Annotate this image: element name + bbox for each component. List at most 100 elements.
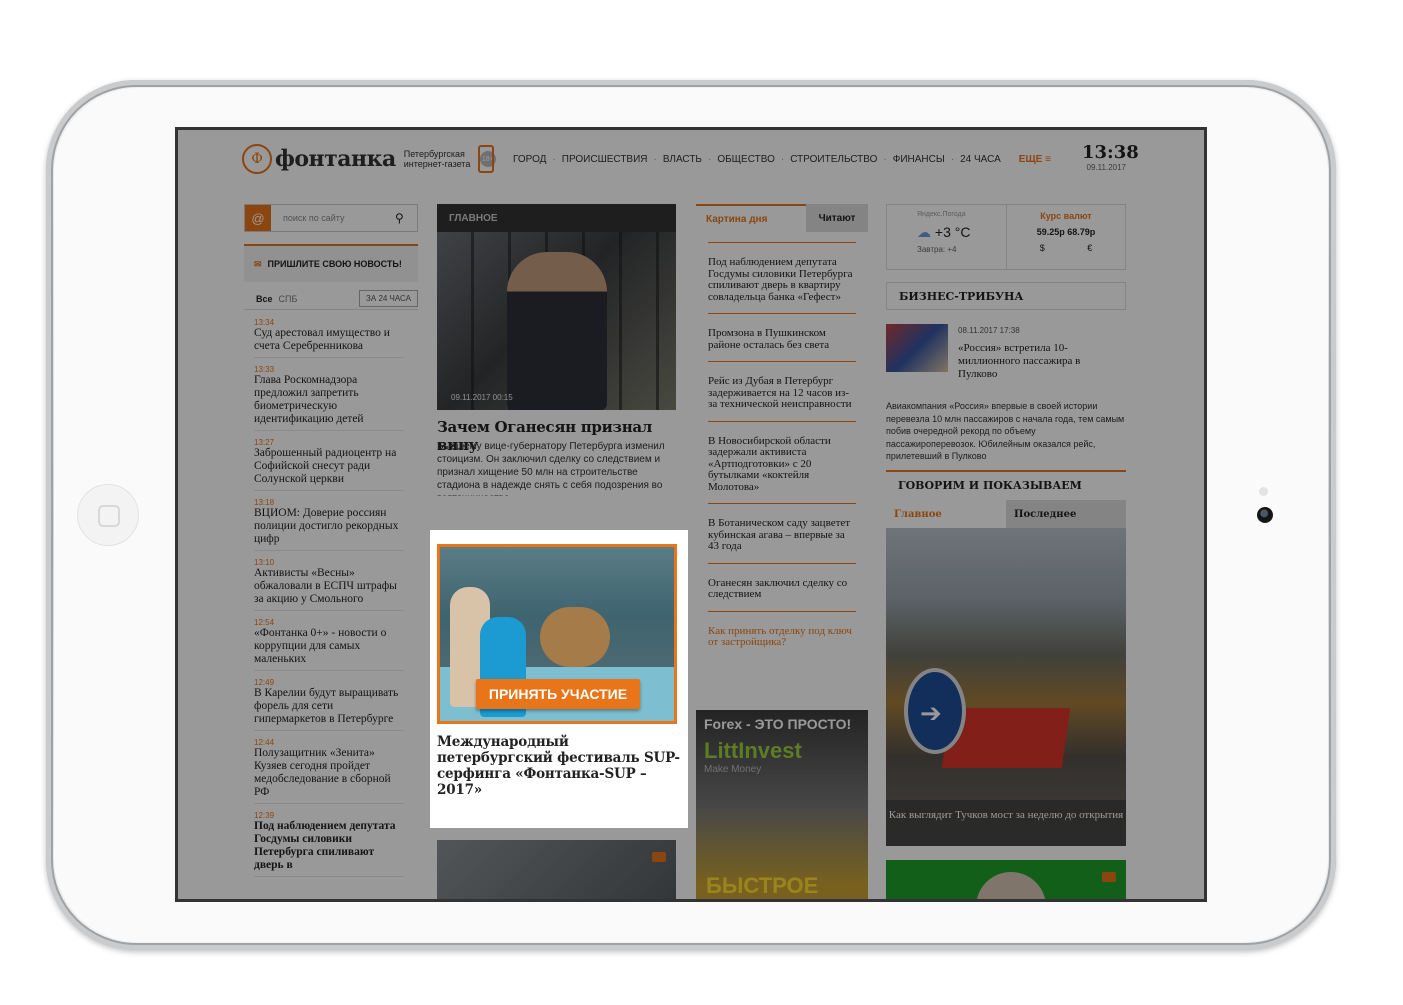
feed-item[interactable]: 12:44 Полузащитник «Зенита» Кузяев сегодн… — [254, 738, 404, 804]
day-list: Под наблюдением депутата Госдумы силовик… — [708, 242, 856, 659]
feed-text: Под наблюдением депутата Госдумы силовик… — [254, 820, 396, 871]
clock-time: 13:38 — [1082, 142, 1139, 163]
weather-currency-widget: Яндекс.Погода ☁ +3 °C Завтра: +4 Курс ва… — [886, 204, 1126, 270]
list-item[interactable]: В Новосибирской области задержали активи… — [708, 420, 856, 504]
business-photo[interactable] — [886, 324, 948, 372]
filter-spb[interactable]: СПБ — [279, 294, 298, 304]
nav-city[interactable]: ГОРОД — [513, 154, 546, 165]
search-icon[interactable]: ⚲ — [395, 211, 417, 225]
list-item[interactable]: Рейс из Дубая в Петербург задерживается … — [708, 361, 856, 421]
feed-filters: Все СПБ ЗА 24 ЧАСА — [244, 288, 418, 310]
clock-date: 09.11.2017 — [1086, 163, 1126, 172]
feed-text: ВЦИОМ: Доверие россиян полиции достигло … — [254, 507, 399, 545]
forex-bottom-text: БЫСТРОЕ — [706, 873, 819, 898]
mobile-icon[interactable] — [478, 145, 494, 173]
sensor-dot — [1259, 487, 1268, 496]
feed-text: «Фонтанка 0+» - новости о коррупции для … — [254, 627, 387, 665]
business-headline[interactable]: «Россия» встретила 10-миллионного пассаж… — [958, 342, 1122, 381]
main-lead: Бывшему вице-губернатору Петербурга изме… — [437, 441, 665, 496]
feed-time: 13:27 — [254, 438, 275, 447]
video-icon — [1102, 872, 1116, 882]
promo-title[interactable]: Международный петербургский фестиваль SU… — [437, 734, 683, 798]
weather-tomorrow: Завтра: +4 — [917, 245, 957, 254]
list-item[interactable]: Как принять отделку под ключ от застройщ… — [708, 610, 856, 659]
list-item[interactable]: Под наблюдением депутата Госдумы силовик… — [708, 242, 856, 313]
feed-item[interactable]: 13:34 Суд арестовал имущество и счета Сер… — [254, 318, 404, 358]
nav-power[interactable]: ВЛАСТЬ — [663, 154, 702, 165]
cloud-icon: ☁ — [917, 224, 931, 240]
feed-item[interactable]: 13:10 Активисты «Весны» обжаловали в ЕСПЧ… — [254, 558, 404, 611]
list-item[interactable]: В Ботаническом саду зацветет кубинская а… — [708, 503, 856, 563]
tab-picture-of-day[interactable]: Картина дня — [696, 204, 806, 232]
tab-latest[interactable]: Последнее — [1006, 500, 1126, 528]
feed-item[interactable]: 13:27 Заброшенный радиоцентр на Софийской… — [254, 438, 404, 491]
send-news-button[interactable]: ✉ ПРИШЛИТЕ СВОЮ НОВОСТЬ! — [244, 244, 418, 282]
tab-reading[interactable]: Читают — [806, 204, 868, 232]
currency-symbols: $ € — [1039, 243, 1113, 253]
filter-all[interactable]: Все — [256, 294, 273, 304]
nav-incidents[interactable]: ПРОИСШЕСТВИЯ — [562, 154, 648, 165]
send-news-label: ПРИШЛИТЕ СВОЮ НОВОСТЬ! — [267, 259, 402, 269]
video-caption: Как выглядит Тучков мост за неделю до от… — [886, 800, 1126, 846]
forex-ad[interactable]: Forex - ЭТО ПРОСТО! LittInvest Make Mone… — [696, 710, 868, 899]
nav-more[interactable]: ЕЩЕ ≡ — [1019, 154, 1051, 165]
logo-subtitle: Петербургская интернет-газета — [403, 149, 471, 169]
weather-temp: +3 °C — [934, 224, 971, 240]
main-photo[interactable]: 09.11.2017 00:15 — [437, 232, 676, 410]
feed-text: Заброшенный радиоцентр на Софийской снес… — [254, 447, 397, 485]
nav-24h[interactable]: 24 ЧАСА — [960, 154, 1001, 165]
nav-construction[interactable]: СТРОИТЕЛЬСТВО — [790, 154, 877, 165]
search-input[interactable]: поиск по сайту — [283, 213, 395, 223]
section-header-main: ГЛАВНОЕ — [437, 204, 676, 232]
site-icon: @ — [245, 205, 271, 231]
photo-date: 09.11.2017 00:15 — [451, 393, 513, 402]
feed-text: В Карелии будут выращивать форель для се… — [254, 687, 399, 725]
feed-text: Полузащитник «Зенита» Кузяев сегодня про… — [254, 747, 391, 798]
promo-image[interactable]: ПРИНЯТЬ УЧАСТИЕ — [437, 544, 677, 724]
home-button[interactable] — [77, 484, 139, 546]
weather-label: Яндекс.Погода — [917, 211, 966, 218]
video-section-header: ГОВОРИМ И ПОКАЗЫВАЕМ — [886, 470, 1126, 498]
feed-text: Глава Роскомнадзора предложил запретить … — [254, 374, 364, 425]
video-photo[interactable]: Как выглядит Тучков мост за неделю до от… — [886, 528, 1126, 846]
join-button[interactable]: ПРИНЯТЬ УЧАСТИЕ — [476, 679, 640, 709]
road-sign-image — [904, 668, 966, 754]
video-tabs: Главное Последнее — [886, 500, 1126, 528]
nav-finance[interactable]: ФИНАНСЫ — [893, 154, 945, 165]
day-tabs: Картина дня Читают — [696, 204, 868, 232]
list-item[interactable]: Промзона в Пушкинском районе осталась бе… — [708, 313, 856, 361]
search-box[interactable]: @ поиск по сайту ⚲ — [244, 204, 418, 232]
feed-item[interactable]: 13:18 ВЦИОМ: Доверие россиян полиции дост… — [254, 498, 404, 551]
feed-text: Активисты «Весны» обжаловали в ЕСПЧ штра… — [254, 567, 397, 605]
forex-slogan: Make Money — [704, 764, 762, 775]
currency-label: Курс валют — [1040, 211, 1092, 221]
filter-24h[interactable]: ЗА 24 ЧАСА — [359, 290, 418, 307]
main-nav: ГОРОД · ПРОИСШЕСТВИЯ · ВЛАСТЬ · ОБЩЕСТВО · С… — [513, 154, 1051, 165]
feed-text: Суд арестовал имущество и счета Серебрен… — [254, 327, 390, 352]
video-thumbnail[interactable] — [886, 860, 1126, 899]
logo-text: фонтанка — [275, 146, 396, 172]
news-feed: 13:34 Суд арестовал имущество и счета Сер… — [254, 318, 404, 884]
front-camera — [1257, 507, 1273, 523]
feed-time: 13:34 — [254, 318, 275, 327]
feed-item[interactable]: 12:39 Под наблюдением депутата Госдумы си… — [254, 811, 404, 877]
forex-brand: LittInvest — [704, 738, 802, 763]
nav-society[interactable]: ОБЩЕСТВО — [717, 154, 775, 165]
tablet-screen: Ф фонтанка Петербургская интернет-газета… — [175, 127, 1207, 902]
site-logo[interactable]: Ф фонтанка Петербургская интернет-газета… — [242, 144, 496, 174]
camera-icon — [652, 852, 666, 862]
feed-item[interactable]: 12:54 «Фонтанка 0+» - новости о коррупции… — [254, 618, 404, 671]
business-tribune-header[interactable]: БИЗНЕС-ТРИБУНА — [886, 282, 1126, 310]
list-item[interactable]: Оганесян заключил сделку со следствием — [708, 562, 856, 611]
feed-item[interactable]: 13:33 Глава Роскомнадзора предложил запре… — [254, 365, 404, 431]
feed-time: 12:44 — [254, 738, 275, 747]
tab-main[interactable]: Главное — [886, 500, 1006, 528]
logo-mark: Ф — [242, 144, 272, 174]
next-article-photo[interactable] — [437, 840, 676, 899]
feed-time: 13:33 — [254, 365, 275, 374]
feed-item[interactable]: 12:49 В Карелии будут выращивать форель д… — [254, 678, 404, 731]
feed-time: 13:18 — [254, 498, 275, 507]
forex-headline: Forex - ЭТО ПРОСТО! — [704, 716, 852, 732]
business-text: Авиакомпания «Россия» впервые в своей ис… — [886, 401, 1125, 461]
currency-values: 59.25р 68.79р — [1036, 227, 1096, 237]
